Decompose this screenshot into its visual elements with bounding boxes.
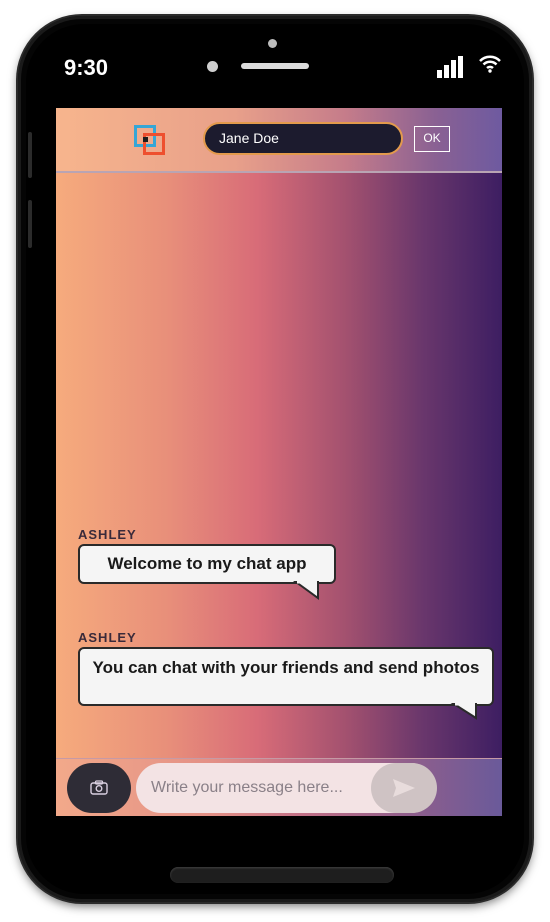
status-time: 9:30: [64, 55, 109, 80]
message-sender: ASHLEY: [78, 630, 137, 645]
proximity-sensor: [207, 61, 218, 72]
signal-icon: [437, 56, 463, 78]
username-input[interactable]: Jane Doe: [203, 122, 403, 155]
camera-button[interactable]: [67, 763, 131, 813]
send-button[interactable]: [371, 763, 437, 813]
message-text: You can chat with your friends and send …: [92, 658, 480, 677]
app-header: Jane Doe OK: [56, 108, 502, 173]
overlapping-squares-logo: [134, 125, 168, 155]
front-camera: [268, 39, 277, 48]
message-sender: ASHLEY: [78, 527, 137, 542]
bubble-tail: [292, 580, 319, 600]
app-screen: Jane Doe OK ASHLEY Welcome to my chat ap…: [56, 108, 502, 816]
message-bubble: Welcome to my chat app: [78, 544, 336, 584]
wifi-icon: [479, 55, 501, 73]
message-bubble: You can chat with your friends and send …: [78, 647, 494, 706]
side-button-upper: [28, 132, 32, 178]
message-text: Welcome to my chat app: [107, 554, 307, 573]
earpiece-speaker: [241, 63, 309, 69]
ok-button[interactable]: OK: [414, 126, 450, 152]
home-indicator[interactable]: [170, 867, 394, 883]
send-icon: [393, 779, 415, 797]
message-composer: Write your message here...: [56, 758, 502, 816]
bubble-tail: [450, 702, 477, 720]
side-button-lower: [28, 200, 32, 248]
camera-icon: [90, 780, 108, 795]
